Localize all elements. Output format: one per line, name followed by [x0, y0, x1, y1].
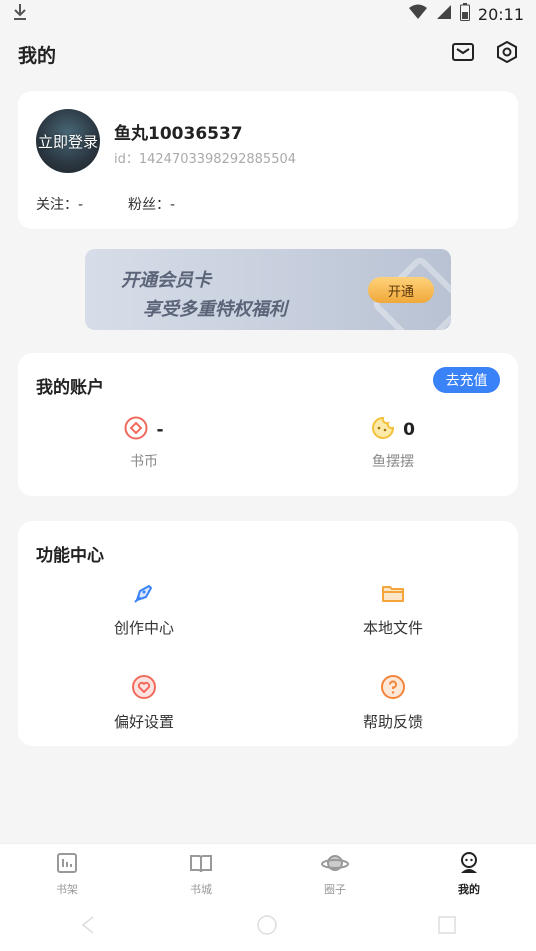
coin-icon [124, 416, 148, 444]
feature-label: 创作中心 [113, 619, 174, 637]
features-title: 功能中心 [36, 546, 104, 566]
account-card: 我的账户 去充值 - 书币 0 鱼摆摆 [18, 353, 518, 496]
planet-icon [321, 851, 349, 879]
vip-subtitle: 享受多重特权福利 [143, 299, 287, 320]
pen-icon [74, 578, 214, 608]
fish-label: 鱼摆摆 [372, 454, 414, 470]
features-card: 功能中心 创作中心 本地文件 偏好设置 帮助反馈 [18, 521, 518, 746]
signal-icon [436, 4, 452, 24]
feature-help-feedback[interactable]: 帮助反馈 [323, 672, 463, 732]
user-id: id：1424703398292885504 [114, 152, 297, 167]
mail-icon[interactable] [452, 43, 474, 65]
avatar[interactable]: 立即登录 [36, 109, 100, 173]
wifi-icon [408, 4, 428, 24]
tab-mine[interactable]: 我的 [429, 851, 509, 897]
folder-icon [323, 578, 463, 608]
bottom-tab-bar: 书架 书城 圈子 我的 [0, 843, 536, 903]
stat-fish[interactable]: 0 鱼摆摆 [323, 415, 463, 471]
home-icon[interactable] [256, 914, 278, 940]
book-store-icon [189, 851, 213, 879]
profile-card: 立即登录 鱼丸10036537 id：1424703398292885504 关… [18, 91, 518, 229]
login-prompt[interactable]: 立即登录 [38, 131, 98, 152]
system-nav-bar [0, 903, 536, 951]
vip-open-button[interactable]: 开通 [368, 277, 434, 303]
username: 鱼丸10036537 [114, 124, 243, 144]
download-icon [12, 3, 28, 25]
tab-circle[interactable]: 圈子 [295, 851, 375, 897]
coins-label: 书币 [130, 454, 158, 470]
account-title: 我的账户 [36, 378, 104, 398]
tab-label: 我的 [458, 882, 480, 896]
tab-bookstore[interactable]: 书城 [161, 851, 241, 897]
fish-value: 0 [403, 420, 415, 440]
settings-icon[interactable] [496, 40, 518, 67]
feature-label: 帮助反馈 [362, 713, 423, 731]
recent-apps-icon[interactable] [437, 915, 457, 939]
back-icon[interactable] [79, 915, 97, 939]
tab-bookshelf[interactable]: 书架 [27, 851, 107, 897]
fish-face-icon [371, 416, 395, 444]
vip-banner[interactable]: 开通会员卡 享受多重特权福利 开通 [85, 249, 451, 330]
profile-icon [457, 851, 481, 879]
recharge-button[interactable]: 去充值 [433, 367, 500, 393]
following-count[interactable]: 关注：- [36, 194, 83, 214]
coins-value: - [156, 420, 164, 440]
stat-coins[interactable]: - 书币 [74, 415, 214, 471]
feature-local-files[interactable]: 本地文件 [323, 578, 463, 638]
status-bar: 20:11 [0, 0, 536, 28]
feature-label: 偏好设置 [113, 713, 174, 731]
vip-title: 开通会员卡 [121, 270, 211, 291]
page-title: 我的 [18, 44, 57, 67]
heart-icon [74, 672, 214, 702]
tab-label: 圈子 [324, 882, 346, 896]
tab-label: 书城 [190, 882, 212, 896]
feature-preferences[interactable]: 偏好设置 [74, 672, 214, 732]
help-icon [323, 672, 463, 702]
status-time: 20:11 [477, 4, 524, 24]
page-header: 我的 [0, 28, 536, 80]
bookshelf-icon [55, 851, 79, 879]
battery-icon [459, 3, 470, 25]
tab-label: 书架 [56, 882, 78, 896]
feature-creation-center[interactable]: 创作中心 [74, 578, 214, 638]
fans-count[interactable]: 粉丝：- [128, 194, 175, 214]
feature-label: 本地文件 [362, 619, 423, 637]
